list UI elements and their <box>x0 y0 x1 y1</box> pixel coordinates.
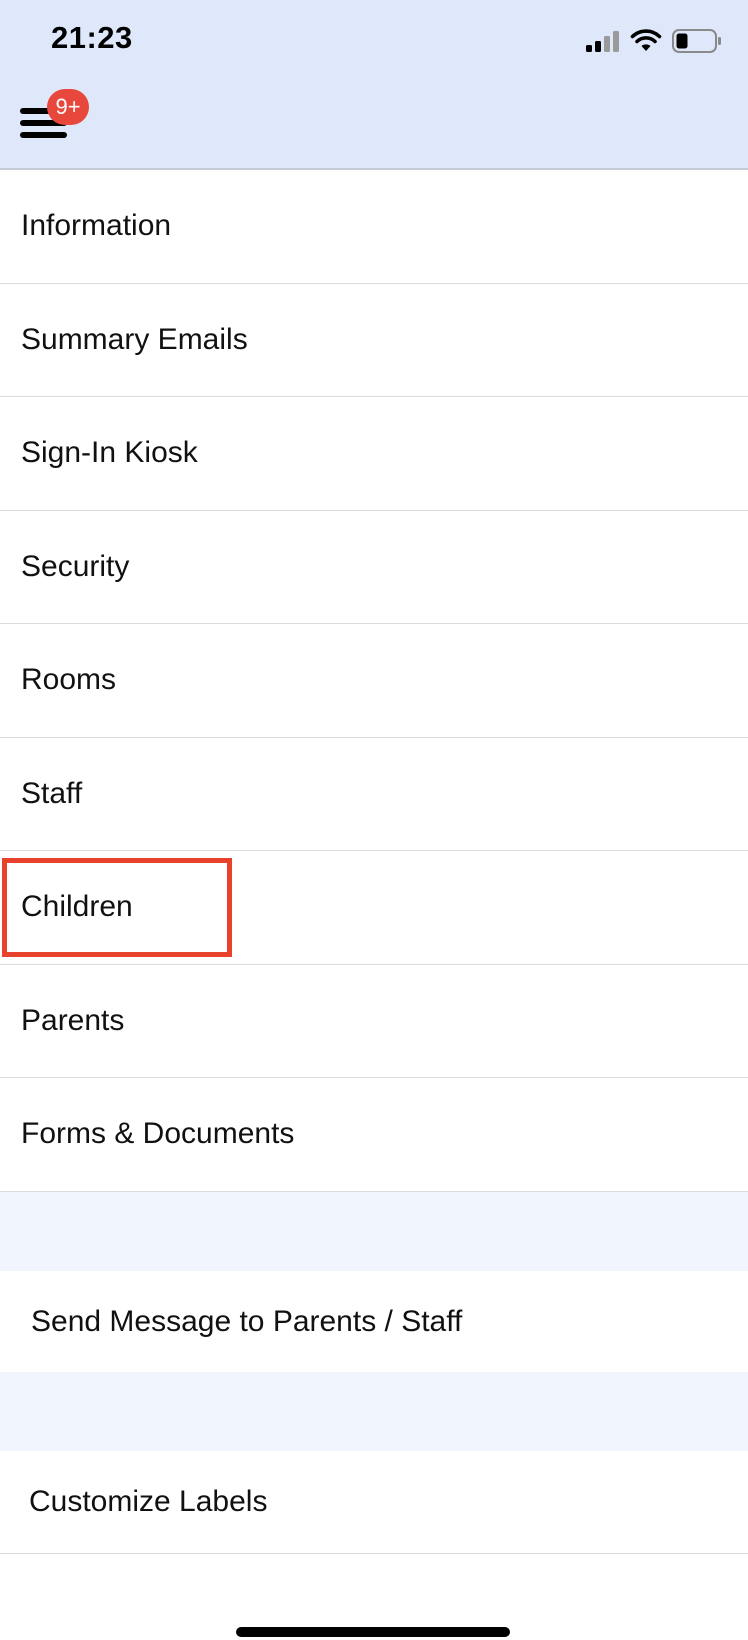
customize-labels-label: Customize Labels <box>29 1485 268 1518</box>
menu-item-label: Sign-In Kiosk <box>21 436 198 470</box>
settings-menu-list: Information Summary Emails Sign-In Kiosk… <box>0 170 748 1192</box>
menu-item-label: Children <box>21 890 133 924</box>
menu-item-label: Rooms <box>21 663 117 697</box>
menu-item-sign-in-kiosk[interactable]: Sign-In Kiosk <box>0 397 748 511</box>
menu-item-staff[interactable]: Staff <box>0 737 748 851</box>
wifi-icon <box>630 29 662 51</box>
menu-item-label: Staff <box>21 776 83 810</box>
customize-labels-button[interactable]: Customize Labels <box>0 1451 748 1554</box>
menu-item-label: Information <box>21 209 172 243</box>
menu-item-label: Parents <box>21 1003 125 1037</box>
menu-item-information[interactable]: Information <box>0 170 748 284</box>
notification-badge: 9+ <box>47 89 89 125</box>
section-spacer <box>0 1372 748 1451</box>
menu-item-label: Summary Emails <box>21 322 248 356</box>
menu-item-label: Forms & Documents <box>21 1117 295 1151</box>
menu-item-rooms[interactable]: Rooms <box>0 624 748 738</box>
battery-icon <box>672 29 721 53</box>
status-icons <box>586 26 722 56</box>
menu-item-forms-documents[interactable]: Forms & Documents <box>0 1078 748 1192</box>
menu-item-label: Security <box>21 549 130 583</box>
top-header: 21:23 9+ <box>0 0 748 170</box>
menu-item-security[interactable]: Security <box>0 510 748 624</box>
menu-item-parents[interactable]: Parents <box>0 964 748 1078</box>
home-indicator <box>236 1627 510 1637</box>
section-spacer <box>0 1192 748 1271</box>
signal-icon <box>586 31 619 52</box>
send-message-button[interactable]: Send Message to Parents / Staff <box>0 1271 748 1372</box>
send-message-label: Send Message to Parents / Staff <box>31 1304 463 1338</box>
menu-item-summary-emails[interactable]: Summary Emails <box>0 283 748 397</box>
menu-item-children[interactable]: Children <box>0 851 748 965</box>
status-time: 21:23 <box>51 20 133 55</box>
